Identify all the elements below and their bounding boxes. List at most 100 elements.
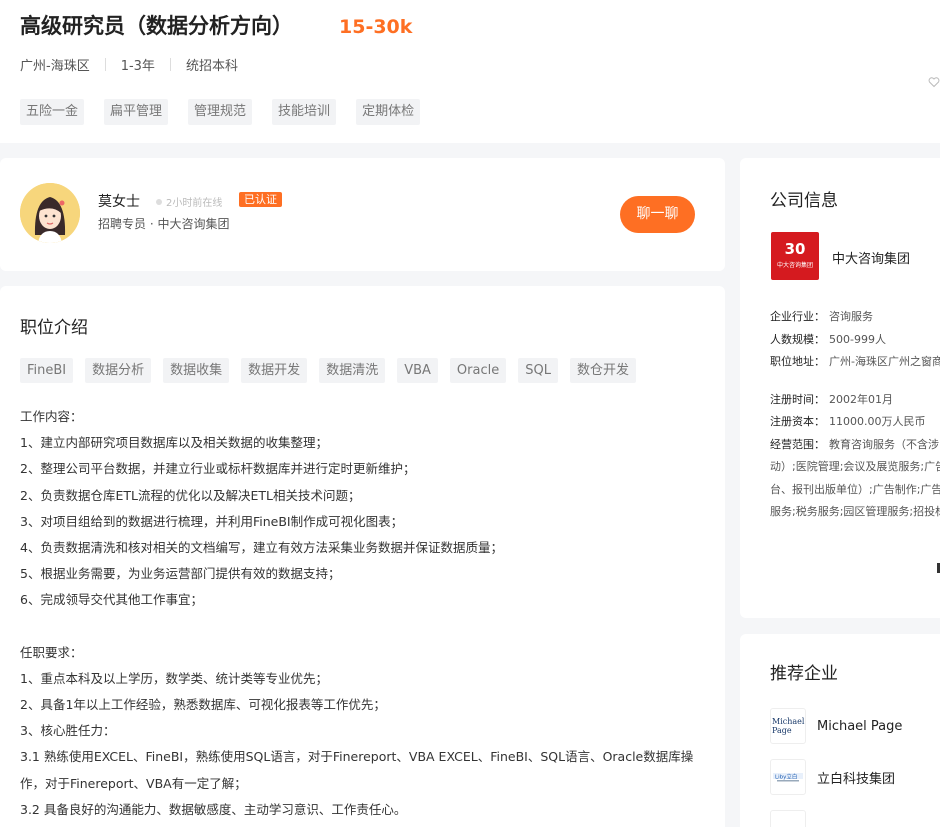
svg-text:Liby立白: Liby立白 [775, 773, 797, 781]
description-line: 6、完成领导交代其他工作事宜； [20, 592, 203, 608]
company-logo-number: 30 [784, 240, 806, 258]
description-line: 2、具备1年以上工作经验，熟悉数据库、可视化报表等工作优先； [20, 697, 386, 713]
company-scope: 教育咨询服务（不含涉 [829, 437, 939, 451]
welfare-tag: 定期体检 [356, 99, 421, 125]
description-line: 3.2 具备良好的沟通能力、数据敏感度、主动学习意识、工作责任心。 [20, 801, 407, 817]
company-reg-time-row: 注册时间： 2002年01月 [770, 389, 940, 412]
field-label: 职位地址： [770, 355, 825, 368]
company-info-card: 公司信息 30 中大咨询集团 中大咨询集团 企业行业： 咨询服务 人数规模： 500… [740, 158, 940, 618]
recommend-card: 推荐企业 Michael Page Michael Page Liby立白 立白… [740, 634, 940, 827]
chat-button[interactable]: 聊一聊 [620, 196, 695, 233]
description-line: 2、整理公司平台数据，并建立行业或标杆数据库并进行定时更新维护； [20, 461, 416, 477]
description-line: 任职要求： [20, 644, 83, 660]
skill-tag: 数仓开发 [569, 358, 636, 383]
company-size: 500-999人 [829, 332, 886, 346]
svg-text:Page: Page [772, 726, 792, 735]
description-line: 1、建立内部研究项目数据库以及相关数据的收集整理； [20, 435, 328, 451]
job-education: 统招本科 [185, 59, 238, 74]
skill-tag: VBA [397, 358, 438, 383]
company-details: 企业行业： 咨询服务 人数规模： 500-999人 职位地址： 广州-海珠区广州之窗商… [770, 306, 940, 524]
company-logo-placeholder [770, 810, 806, 827]
recruiter-subtitle: 招聘专员 · 中大咨询集团 [98, 217, 230, 231]
description-line: 3、核心胜任力： [20, 723, 116, 739]
description-line: 5、根据业务需要，为业务运营部门提供有效的数据支持； [20, 566, 341, 582]
company-address: 广州-海珠区广州之窗商 [829, 355, 940, 368]
welfare-tag: 扁平管理 [104, 99, 169, 125]
recommend-item[interactable]: Liby立白 立白科技集团 [770, 759, 895, 795]
online-dot-icon [156, 198, 162, 205]
company-name[interactable]: 中大咨询集团 [832, 248, 910, 267]
divider [104, 58, 106, 71]
company-industry-row: 企业行业： 咨询服务 [770, 306, 940, 329]
skill-tag: 数据开发 [241, 358, 308, 383]
field-label: 注册资本： [770, 415, 825, 428]
description-line: 2、负责数据仓库ETL流程的优化以及解决ETL相关技术问题； [20, 487, 361, 503]
salary: 15-30k [339, 16, 413, 38]
recruiter-card: 莫女士 2小时前在线 已认证 招聘专员 · 中大咨询集团 [0, 158, 725, 271]
description-line: 1、重点本科及以上学历，数学类、统计类等专业优先； [20, 670, 328, 686]
online-text: 2小时前在线 [166, 198, 223, 209]
company-size-row: 人数规模： 500-999人 [770, 329, 940, 352]
description-line [20, 614, 700, 640]
company-scope-row: 经营范围： 教育咨询服务（不含涉 [770, 434, 940, 457]
welfare-tags: 五险一金 扁平管理 管理规范 技能培训 定期体检 [20, 99, 440, 125]
recommend-item[interactable]: Michael Page Michael Page [770, 708, 902, 744]
logo-wordmark: Michael Page [772, 717, 805, 735]
description-text: 工作内容： 1、建立内部研究项目数据库以及相关数据的收集整理； 2、整理公司平台… [20, 404, 700, 823]
divider [169, 58, 171, 71]
company-address-row: 职位地址： 广州-海珠区广州之窗商 [770, 351, 940, 374]
skill-tags: FineBI 数据分析 数据收集 数据开发 数据清洗 VBA Oracle SQ… [20, 358, 648, 383]
company-logo[interactable]: 30 中大咨询集团 [771, 232, 819, 280]
welfare-tag: 技能培训 [272, 99, 337, 125]
verified-badge: 已认证 [239, 192, 282, 207]
field-label: 经营范围： [770, 437, 825, 451]
job-header: 高级研究员（数据分析方向） 15-30k 广州-海珠区 1-3年 统招本科 五险… [0, 0, 940, 143]
company-industry: 咨询服务 [829, 310, 873, 323]
libai-logo: Liby立白 [770, 759, 806, 795]
job-experience: 1-3年 [120, 59, 155, 74]
skill-tag: SQL [518, 358, 558, 383]
job-title: 高级研究员（数据分析方向） [20, 14, 293, 38]
skill-tag: Oracle [449, 358, 507, 383]
field-label: 企业行业： [770, 310, 825, 323]
job-description-card: 职位介绍 FineBI 数据分析 数据收集 数据开发 数据清洗 VBA Orac… [0, 286, 725, 827]
company-scope-line: 动）;医院管理;会议及展览服务;广告 [770, 460, 940, 473]
skill-tag: 数据分析 [85, 358, 152, 383]
title-row: 高级研究员（数据分析方向） 15-30k [20, 10, 412, 40]
michael-page-logo: Michael Page [770, 708, 806, 744]
avatar [20, 183, 80, 243]
description-line: 4、负责数据清洗和核对相关的文档编写，建立有效方法采集业务数据并保证数据质量； [20, 539, 503, 555]
skill-tag: FineBI [20, 358, 74, 383]
company-scope-line: 服务;税务服务;园区管理服务;招投标 [770, 505, 940, 518]
recommend-company-name: Michael Page [817, 718, 903, 734]
field-label: 人数规模： [770, 332, 825, 346]
company-capital: 11000.00万人民币 [829, 415, 926, 428]
job-location: 广州-海珠区 [20, 59, 90, 74]
field-label: 注册时间： [770, 392, 825, 406]
recommend-item[interactable] [770, 810, 817, 827]
heart-icon[interactable] [928, 76, 940, 88]
description-line: 工作内容： [20, 409, 83, 424]
description-line: 3、对项目组给到的数据进行梳理，并利用FineBI制作成可视化图表； [20, 513, 404, 529]
description-line: 作，对于Finereport、VBA有一定了解； [20, 775, 247, 791]
svg-text:Michael: Michael [772, 717, 805, 726]
section-title: 职位介绍 [20, 318, 88, 338]
skill-tag: 数据清洗 [319, 358, 386, 383]
skill-tag: 数据收集 [163, 358, 230, 383]
section-title: 推荐企业 [770, 664, 838, 684]
company-reg-time: 2002年01月 [829, 392, 893, 406]
online-status: 2小时前在线 [156, 194, 222, 209]
welfare-tag: 管理规范 [188, 99, 253, 125]
job-meta: 广州-海珠区 1-3年 统招本科 [20, 55, 238, 74]
company-logo-caption: 中大咨询集团 [776, 262, 813, 269]
welfare-tag: 五险一金 [20, 99, 85, 125]
section-title: 公司信息 [770, 191, 838, 211]
description-line: 3.1 熟练使用EXCEL、FineBI，熟练使用SQL语言，对于Finerep… [20, 749, 694, 765]
company-scope-line: 台、报刊出版单位）;广告制作;广告 [770, 482, 940, 496]
avatar-illustration [20, 183, 80, 243]
logo-wordmark: Liby立白 [773, 773, 803, 782]
recommend-company-name: 立白科技集团 [817, 771, 896, 787]
recruiter-name: 莫女士 [98, 194, 140, 210]
company-capital-row: 注册资本： 11000.00万人民币 [770, 411, 940, 434]
